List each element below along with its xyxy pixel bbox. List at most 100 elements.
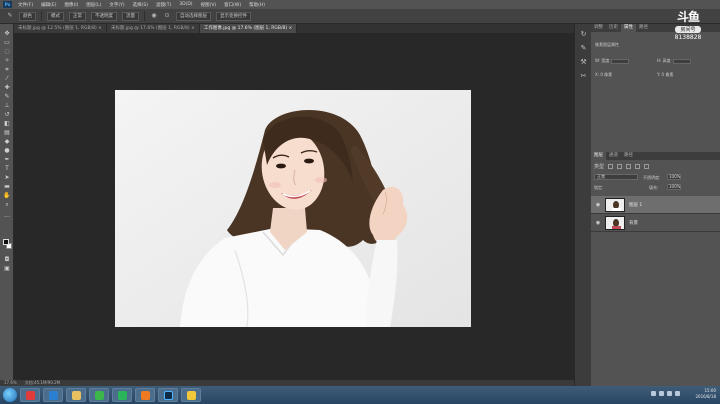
windows-taskbar: 15:00 2016/8/18 (0, 386, 720, 404)
move-tool-icon[interactable]: ✥ (3, 30, 11, 37)
tab-adjustments[interactable]: 调整 (591, 24, 606, 32)
menu-help[interactable]: 帮助(H) (249, 2, 265, 8)
doc-tab-1[interactable]: 未标题.jpg @ 12.5% (图层 1, RGB/8) × (14, 24, 107, 33)
tray-icon[interactable] (651, 391, 656, 396)
clone-source-icon[interactable]: ⚒ (579, 58, 588, 67)
prop-x: X: 0 像素 (595, 72, 612, 78)
system-tray (651, 391, 680, 396)
height-field[interactable] (672, 58, 691, 64)
menu-bar: Ps 文件(F) 编辑(E) 图像(I) 图层(L) 文字(Y) 选择(S) 滤… (0, 0, 720, 9)
crop-tool-icon[interactable]: ⌗ (3, 66, 11, 73)
brush-tool-icon[interactable]: ✎ (3, 93, 11, 100)
filter-smart-icon[interactable] (644, 163, 650, 169)
opacity-field[interactable]: 100% (667, 174, 681, 180)
option-opacity[interactable]: 不透明度 (91, 11, 117, 21)
taskbar-app-wechat[interactable] (89, 388, 109, 402)
history-panel-icon[interactable]: ↻ (579, 30, 588, 39)
menu-view[interactable]: 视图(V) (201, 2, 217, 8)
tab-channels[interactable]: 通道 (606, 152, 621, 160)
pen-tool-icon[interactable]: ✒ (3, 156, 11, 163)
start-button[interactable] (3, 388, 17, 402)
menu-select[interactable]: 选择(S) (133, 2, 148, 8)
taskbar-app-folder[interactable] (66, 388, 86, 402)
filter-shape-icon[interactable] (635, 163, 641, 169)
option-mode[interactable]: 模式 (47, 11, 64, 21)
layer-name[interactable]: 背景 (629, 220, 638, 226)
tool-presets-icon[interactable]: ✂ (579, 72, 588, 81)
taskbar-app-photoshop[interactable] (158, 388, 178, 402)
blend-mode-select[interactable]: 正常 (594, 174, 638, 180)
shape-tool-icon[interactable]: ▬ (3, 183, 11, 190)
type-tool-icon[interactable]: T (3, 165, 11, 172)
menu-window[interactable]: 窗口(W) (224, 2, 241, 8)
taskbar-app-music[interactable] (112, 388, 132, 402)
lasso-tool-icon[interactable]: ◌ (3, 48, 11, 55)
auto-select-checkbox[interactable]: 自动选择图层 (176, 11, 211, 21)
pressure-icon[interactable]: ⊙ (163, 12, 171, 20)
screen-mode-icon[interactable]: ▣ (3, 265, 11, 272)
fill-field[interactable]: 100% (667, 184, 681, 190)
layer-row[interactable]: ◉ 背景 (591, 214, 720, 232)
filter-pixel-icon[interactable] (608, 163, 614, 169)
blur-tool-icon[interactable]: ◆ (3, 138, 11, 145)
tray-icon[interactable] (667, 391, 672, 396)
show-transform-checkbox[interactable]: 显示变换控件 (216, 11, 251, 21)
tool-preset-icon[interactable]: ✎ (6, 12, 14, 20)
menu-type[interactable]: 文字(Y) (109, 2, 124, 8)
quick-mask-icon[interactable]: ◘ (3, 256, 11, 263)
menu-filter[interactable]: 滤镜(T) (156, 2, 171, 8)
taskbar-app-maxthon[interactable] (43, 388, 63, 402)
menu-file[interactable]: 文件(F) (18, 2, 33, 8)
room-label: 房间号 (675, 26, 701, 33)
width-field[interactable] (611, 58, 630, 64)
healing-brush-icon[interactable]: ✚ (3, 84, 11, 91)
filter-adjust-icon[interactable] (617, 163, 623, 169)
clock[interactable]: 15:00 2016/8/18 (695, 388, 716, 400)
clone-stamp-icon[interactable]: ⊥ (3, 102, 11, 109)
filter-type-icon[interactable] (626, 163, 632, 169)
more-tools-icon[interactable]: … (3, 212, 11, 219)
doc-tab-3[interactable]: 工作图像.jpg @ 17.6% (图层 1, RGB/8) × (199, 24, 298, 33)
option-blend[interactable]: 正常 (69, 11, 86, 21)
visibility-eye-icon[interactable]: ◉ (595, 220, 601, 226)
tray-icon[interactable] (659, 391, 664, 396)
foreground-color-swatch[interactable] (3, 239, 9, 245)
tab-properties[interactable]: 属性 (621, 24, 636, 32)
doc-tab-2[interactable]: 未标题.jpg @ 17.6% (图层 1, RGB/8) × (106, 24, 200, 33)
layer-filter-label[interactable]: 类型 (594, 163, 604, 170)
firefox-icon (140, 390, 150, 400)
canvas-area[interactable] (14, 33, 574, 380)
airbrush-icon[interactable]: ◉ (150, 12, 158, 20)
menu-3d[interactable]: 3D(D) (179, 2, 192, 7)
visibility-eye-icon[interactable]: ◉ (595, 202, 601, 208)
eyedropper-icon[interactable]: ⁄ (3, 75, 11, 82)
tab-paths[interactable]: 路径 (636, 24, 651, 32)
mode-select[interactable]: 颜色 (19, 11, 36, 21)
menu-image[interactable]: 图像(I) (64, 2, 78, 8)
marquee-tool-icon[interactable]: ▭ (3, 39, 11, 46)
quick-select-icon[interactable]: ✧ (3, 57, 11, 64)
taskbar-app-paint[interactable] (181, 388, 201, 402)
volume-icon[interactable] (675, 391, 680, 396)
brush-panel-icon[interactable]: ✎ (579, 44, 588, 53)
zoom-tool-icon[interactable]: ⌕ (3, 201, 11, 208)
tab-history[interactable]: 历史 (606, 24, 621, 32)
portrait-photo[interactable] (115, 90, 471, 327)
eraser-icon[interactable]: ◧ (3, 120, 11, 127)
dodge-tool-icon[interactable]: ● (3, 147, 11, 154)
menu-layer[interactable]: 图层(L) (86, 2, 101, 8)
browser-icon (25, 390, 35, 400)
layer-name[interactable]: 图层 1 (629, 202, 642, 208)
tab-layer-paths[interactable]: 路径 (621, 152, 636, 160)
option-flow[interactable]: 流量 (122, 11, 139, 21)
taskbar-app-firefox[interactable] (135, 388, 155, 402)
taskbar-app-360-browser[interactable] (20, 388, 40, 402)
prop-x-label: X: 0 像素 (595, 72, 613, 77)
gradient-tool-icon[interactable]: ▤ (3, 129, 11, 136)
layer-row[interactable]: ◉ 图层 1 (591, 196, 720, 214)
history-brush-icon[interactable]: ↺ (3, 111, 11, 118)
menu-edit[interactable]: 编辑(E) (41, 2, 56, 8)
path-select-icon[interactable]: ➤ (3, 174, 11, 181)
hand-tool-icon[interactable]: ✋ (3, 192, 11, 199)
tab-layers[interactable]: 图层 (591, 152, 606, 160)
